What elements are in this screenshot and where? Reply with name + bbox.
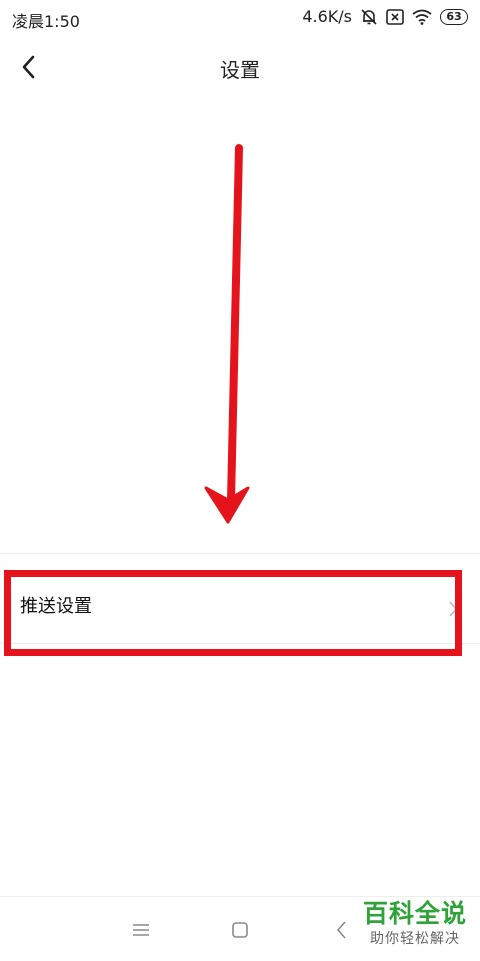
push-settings-label: 推送设置 bbox=[20, 596, 92, 617]
watermark-main: 百科全说 bbox=[362, 899, 467, 928]
push-settings-item[interactable]: 推送设置 bbox=[0, 572, 480, 650]
back-triangle-icon bbox=[336, 921, 346, 939]
watermark: 百科全说 助你轻松解决 bbox=[356, 898, 474, 948]
watermark-sub: 助你轻松解决 bbox=[370, 931, 460, 947]
menu-icon bbox=[133, 924, 149, 936]
annotation-arrow bbox=[204, 144, 250, 524]
nav-home-button[interactable] bbox=[225, 917, 255, 943]
chevron-right-icon bbox=[449, 601, 458, 617]
home-square-icon bbox=[232, 922, 248, 938]
nav-menu-button[interactable] bbox=[126, 917, 156, 943]
nav-back-button[interactable] bbox=[326, 917, 356, 943]
divider-top bbox=[0, 553, 480, 554]
